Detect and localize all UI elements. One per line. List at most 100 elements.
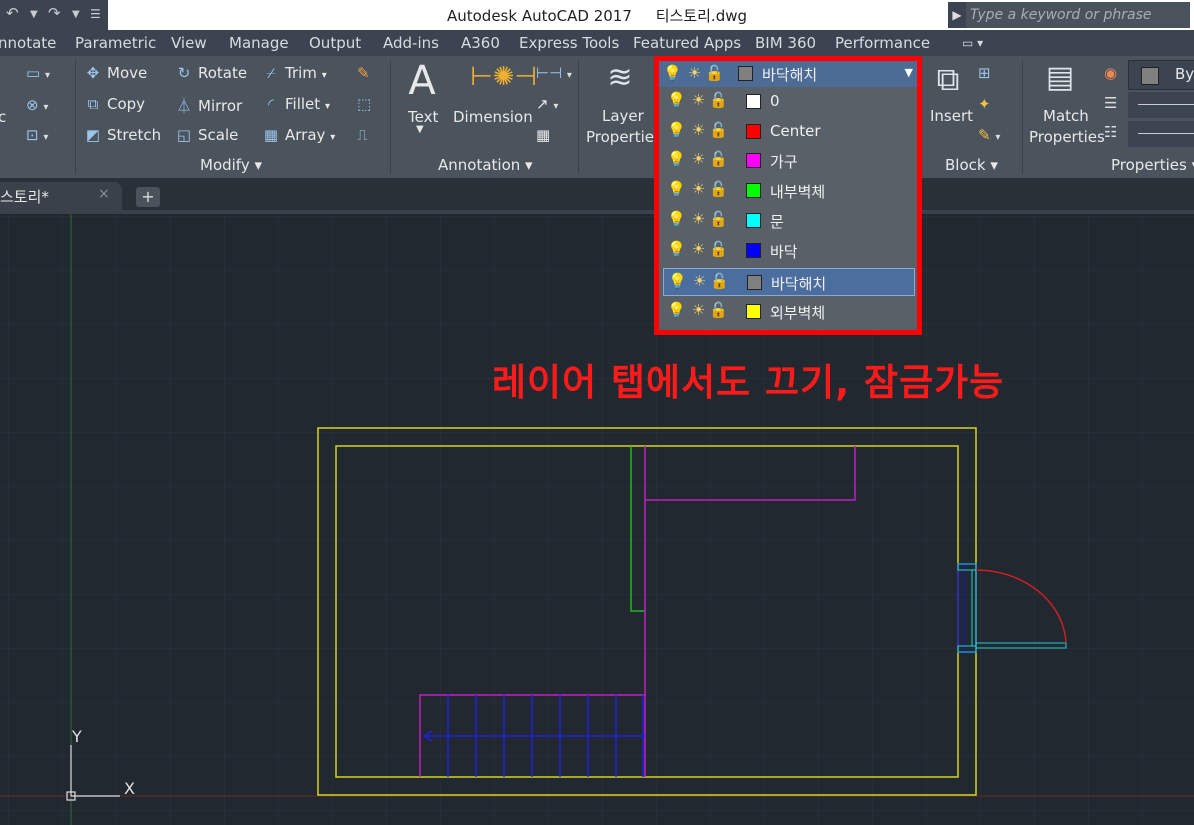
on-bulb-icon[interactable]: 💡 (667, 301, 686, 319)
dimension-icon[interactable]: ⊢✺⊣ (470, 62, 537, 92)
hatch-icon[interactable]: ⊗ ▾ (26, 96, 48, 114)
linetype-select[interactable] (1128, 121, 1194, 147)
layer-row[interactable]: 💡 ☀ 🔓 가구 (663, 147, 915, 175)
thaw-sun-icon[interactable]: ☀ (692, 180, 705, 198)
trim-button[interactable]: ⌿ Trim ▾ (262, 64, 326, 82)
insert-button[interactable]: Insert (930, 107, 973, 125)
mirror-button[interactable]: ⏃ Mirror (175, 95, 242, 116)
trim-icon: ⌿ (266, 64, 276, 82)
move-button[interactable]: ✥ Move (84, 64, 148, 82)
linear-dimension-icon[interactable]: ⊢⊣ ▾ (536, 64, 572, 82)
file-tab-bar (0, 178, 1194, 210)
thaw-sun-icon[interactable]: ☀ (692, 91, 705, 109)
block-panel-title[interactable]: Block ▾ (945, 156, 998, 174)
chevron-down-icon[interactable]: ▼ (416, 124, 424, 135)
properties-panel-title[interactable]: Properties ▾ (1111, 156, 1194, 174)
tab-bim-360[interactable]: BIM 360 (755, 34, 816, 52)
tab-express-tools[interactable]: Express Tools (519, 34, 619, 52)
explode-icon[interactable]: ⬚ (357, 95, 371, 113)
layer-row[interactable]: 💡 ☀ 🔓 바닥 (663, 237, 915, 265)
thaw-sun-icon[interactable]: ☀ (693, 272, 706, 290)
close-icon[interactable]: × (98, 186, 110, 202)
edit-attributes-icon[interactable]: ✎ ▾ (978, 126, 1000, 144)
unlock-icon[interactable]: 🔓 (709, 240, 728, 258)
unlock-icon[interactable]: 🔓 (709, 301, 728, 319)
fillet-button[interactable]: ◜ Fillet ▾ (262, 95, 330, 113)
match-properties-line2[interactable]: Properties (1029, 128, 1105, 146)
layer-properties-line2[interactable]: Properties (586, 128, 662, 146)
on-bulb-icon[interactable]: 💡 (668, 272, 687, 290)
layer-row[interactable]: 💡 ☀ 🔓 내부벽체 (663, 177, 915, 205)
table-icon[interactable]: ▦ (536, 126, 550, 144)
layer-properties-icon[interactable]: ≋ (600, 60, 640, 95)
layer-row-selected[interactable]: 💡 ☀ 🔓 바닥해치 (663, 268, 915, 296)
insert-block-icon[interactable]: ⧉ (928, 60, 968, 99)
tab-featured-apps[interactable]: Featured Apps (633, 34, 741, 52)
array-icon: ▦ (263, 126, 279, 144)
rectangle-icon[interactable]: ▭ ▾ (26, 64, 50, 82)
layer-properties-line1[interactable]: Layer (602, 107, 644, 125)
unlock-icon[interactable]: 🔓 (710, 272, 729, 290)
edit-block-icon[interactable]: ✦ (978, 95, 991, 113)
modify-panel-title[interactable]: Modify ▾ (200, 156, 262, 174)
tab-output[interactable]: Output (309, 34, 361, 52)
on-bulb-icon[interactable]: 💡 (667, 210, 686, 228)
on-bulb-icon[interactable]: 💡 (667, 180, 686, 198)
search-expand-icon[interactable]: ▶ (948, 2, 966, 28)
annotation-panel-title[interactable]: Annotation ▾ (438, 156, 533, 174)
unlock-icon[interactable]: 🔓 (709, 91, 728, 109)
layer-color-swatch (746, 153, 761, 168)
ribbon: c ▭ ▾ ⊗ ▾ ⊡ ▾ ✥ Move ⧉ Copy ◩ Stretch ↻ Rota… (0, 56, 1194, 178)
leader-icon[interactable]: ↗ ▾ (536, 95, 558, 113)
thaw-sun-icon[interactable]: ☀ (692, 150, 705, 168)
tab-performance[interactable]: Performance (835, 34, 930, 52)
unlock-icon[interactable]: 🔓 (709, 150, 728, 168)
tab-parametric[interactable]: Parametric (75, 34, 156, 52)
match-properties-icon[interactable]: ▤ (1040, 60, 1080, 95)
layer-row[interactable]: 💡 ☀ 🔓 외부벽체 (663, 298, 915, 326)
copy-button[interactable]: ⧉ Copy (84, 95, 145, 113)
on-bulb-icon[interactable]: 💡 (667, 91, 686, 109)
create-block-icon[interactable]: ⊞ (978, 64, 991, 82)
layer-color-swatch (746, 124, 761, 139)
stretch-button[interactable]: ◩ Stretch (84, 126, 161, 144)
unlock-icon[interactable]: 🔓 (709, 210, 728, 228)
draw-stub-label[interactable]: c (0, 108, 6, 126)
unlock-icon[interactable]: 🔓 (709, 180, 728, 198)
on-bulb-icon[interactable]: 💡 (667, 150, 686, 168)
offset-icon[interactable]: ⎍ (357, 126, 368, 144)
unlock-icon[interactable]: 🔓 (709, 121, 728, 139)
tab-annotate[interactable]: nnotate (0, 34, 56, 52)
thaw-sun-icon[interactable]: ☀ (692, 121, 705, 139)
erase-icon[interactable]: ✎ (357, 64, 370, 82)
ribbon-options-icon[interactable]: ▭ ▾ (962, 36, 983, 50)
on-bulb-icon[interactable]: 💡 (667, 240, 686, 258)
scale-button[interactable]: ◱ Scale (175, 126, 238, 144)
stretch-icon: ◩ (85, 126, 101, 144)
text-icon[interactable]: A (404, 58, 440, 104)
new-tab-button[interactable]: + (136, 187, 160, 207)
search-input[interactable]: Type a keyword or phrase (966, 2, 1190, 28)
layer-row[interactable]: 💡 ☀ 🔓 문 (663, 207, 915, 235)
file-tab-label[interactable]: 스토리* (0, 186, 49, 207)
on-bulb-icon[interactable]: 💡 (667, 121, 686, 139)
layer-row[interactable]: 💡 ☀ 🔓 0 (663, 88, 915, 116)
array-button[interactable]: ▦ Array ▾ (262, 126, 335, 144)
thaw-sun-icon[interactable]: ☀ (692, 210, 705, 228)
layer-row[interactable]: 💡 ☀ 🔓 Center (663, 118, 915, 146)
match-properties-line1[interactable]: Match (1043, 107, 1089, 125)
rotate-button[interactable]: ↻ Rotate (175, 64, 247, 82)
thaw-sun-icon[interactable]: ☀ (692, 301, 705, 319)
region-icon[interactable]: ⊡ ▾ (26, 126, 48, 144)
lineweight-select[interactable] (1128, 92, 1194, 118)
tab-add-ins[interactable]: Add-ins (383, 34, 439, 52)
tab-manage[interactable]: Manage (229, 34, 289, 52)
tab-a360[interactable]: A360 (461, 34, 500, 52)
chevron-down-icon[interactable]: ▼ (905, 66, 913, 79)
drawing-canvas[interactable]: Y X (0, 214, 1194, 825)
tab-view[interactable]: View (171, 34, 207, 52)
dimension-button[interactable]: Dimension (453, 108, 533, 126)
color-select[interactable]: ByL (1128, 60, 1194, 90)
thaw-sun-icon[interactable]: ☀ (692, 240, 705, 258)
layer-current-select[interactable]: 💡 ☀ 🔓 바닥해치 ▼ (659, 61, 917, 87)
